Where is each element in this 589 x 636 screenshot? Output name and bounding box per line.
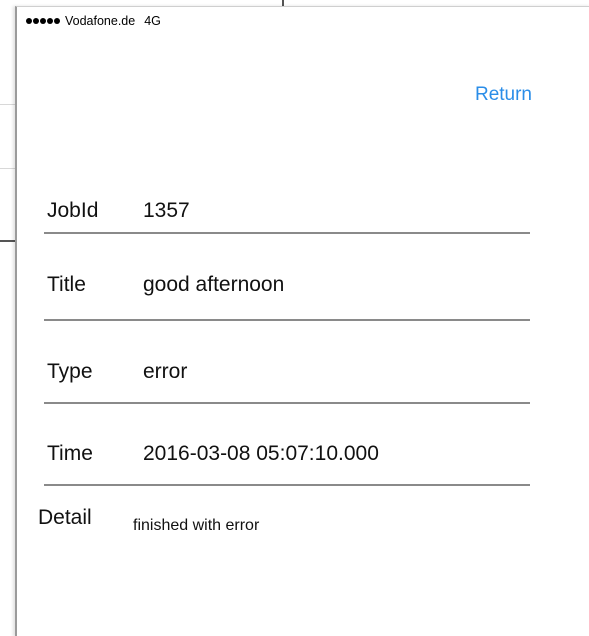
field-label: JobId [47, 199, 99, 222]
field-divider [44, 232, 530, 234]
field-row-type: Type error [44, 358, 530, 408]
field-row-time: Time 2016-03-08 05:07:10.000 [44, 440, 530, 490]
carrier-name: Vodafone.de [65, 14, 136, 28]
field-value: 2016-03-08 05:07:10.000 [143, 442, 379, 465]
field-row-jobid: JobId 1357 [44, 197, 530, 237]
background-divider [0, 168, 15, 169]
field-label: Title [47, 273, 86, 296]
detail-value: finished with error [133, 517, 260, 534]
job-detail-sheet: Vodafone.de 4G Return JobId 1357 Title g… [15, 6, 589, 636]
field-row-title: Title good afternoon [44, 271, 530, 325]
background-divider [0, 240, 15, 242]
field-value: good afternoon [143, 273, 285, 296]
field-value: error [143, 360, 188, 383]
field-divider [44, 319, 530, 321]
status-bar: Vodafone.de 4G [26, 13, 161, 29]
background-divider [0, 104, 15, 105]
screen: Vodafone.de 4G Return JobId 1357 Title g… [0, 0, 589, 636]
network-type: 4G [144, 14, 161, 28]
field-label: Time [47, 442, 93, 465]
detail-label: Detail [38, 506, 92, 529]
signal-strength-icon [26, 18, 60, 24]
return-button[interactable]: Return [475, 84, 532, 106]
background-app [0, 0, 15, 636]
field-divider [44, 484, 530, 486]
field-label: Type [47, 360, 93, 383]
field-value: 1357 [143, 199, 190, 222]
field-divider [44, 402, 530, 404]
